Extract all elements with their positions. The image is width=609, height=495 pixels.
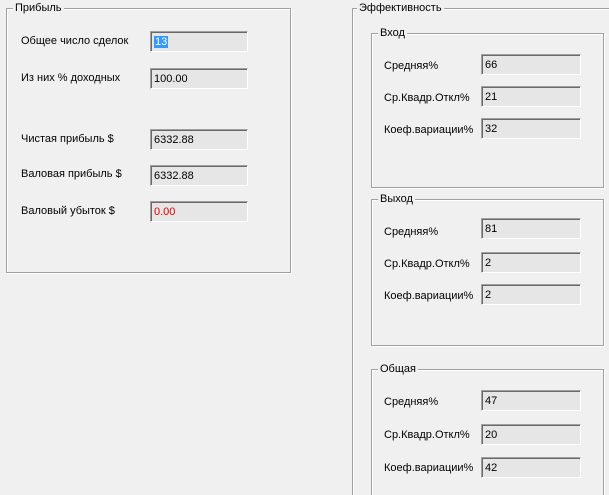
exit-stddev-field[interactable]: 2 bbox=[481, 252, 581, 273]
exit-cv-label: Коеф.вариации% bbox=[384, 290, 474, 302]
total-trades-value: 13 bbox=[154, 36, 169, 48]
total-stddev-field[interactable]: 20 bbox=[481, 424, 581, 445]
entry-cv-label: Коеф.вариации% bbox=[384, 124, 474, 136]
total-mean-label: Средняя% bbox=[384, 396, 439, 408]
profitable-pct-field[interactable]: 100.00 bbox=[150, 68, 248, 89]
total-group: Общая Средняя% 47 Ср.Квадр.Откл% 20 Коеф… bbox=[371, 362, 604, 495]
total-cv-field[interactable]: 42 bbox=[481, 457, 581, 478]
exit-stddev-label: Ср.Квадр.Откл% bbox=[384, 258, 470, 270]
profit-group: Прибыль Общее число сделок 13 Из них % д… bbox=[6, 1, 291, 273]
entry-group-title: Вход bbox=[378, 26, 407, 40]
entry-stddev-field[interactable]: 21 bbox=[481, 86, 581, 107]
efficiency-group-title: Эффективность bbox=[357, 1, 444, 15]
net-profit-label: Чистая прибыль $ bbox=[21, 133, 114, 145]
entry-stddev-label: Ср.Квадр.Откл% bbox=[384, 92, 470, 104]
entry-mean-label: Средняя% bbox=[384, 60, 439, 72]
entry-cv-field[interactable]: 32 bbox=[481, 118, 581, 139]
gross-loss-field[interactable]: 0.00 bbox=[150, 201, 248, 222]
exit-mean-field[interactable]: 81 bbox=[481, 218, 581, 239]
exit-group-title: Выход bbox=[378, 192, 415, 206]
exit-mean-label: Средняя% bbox=[384, 226, 439, 238]
gross-profit-label: Валовая прибыль $ bbox=[21, 168, 122, 180]
total-stddev-label: Ср.Квадр.Откл% bbox=[384, 429, 470, 441]
total-group-title: Общая bbox=[378, 362, 418, 376]
net-profit-field[interactable]: 6332.88 bbox=[150, 129, 248, 150]
exit-cv-field[interactable]: 2 bbox=[481, 284, 581, 305]
stats-window: Прибыль Общее число сделок 13 Из них % д… bbox=[0, 0, 609, 495]
total-mean-field[interactable]: 47 bbox=[481, 390, 581, 411]
total-trades-label: Общее число сделок bbox=[21, 35, 129, 47]
total-cv-label: Коеф.вариации% bbox=[384, 462, 474, 474]
gross-profit-field[interactable]: 6332.88 bbox=[150, 165, 248, 186]
entry-group: Вход Средняя% 66 Ср.Квадр.Откл% 21 Коеф.… bbox=[371, 26, 604, 188]
gross-loss-label: Валовый убыток $ bbox=[21, 205, 115, 217]
exit-group: Выход Средняя% 81 Ср.Квадр.Откл% 2 Коеф.… bbox=[371, 192, 604, 346]
profit-group-title: Прибыль bbox=[13, 1, 64, 15]
total-trades-field[interactable]: 13 bbox=[150, 31, 248, 52]
profitable-pct-label: Из них % доходных bbox=[21, 72, 121, 84]
entry-mean-field[interactable]: 66 bbox=[481, 54, 581, 75]
efficiency-group: Эффективность Вход Средняя% 66 Ср.Квадр.… bbox=[352, 1, 609, 495]
